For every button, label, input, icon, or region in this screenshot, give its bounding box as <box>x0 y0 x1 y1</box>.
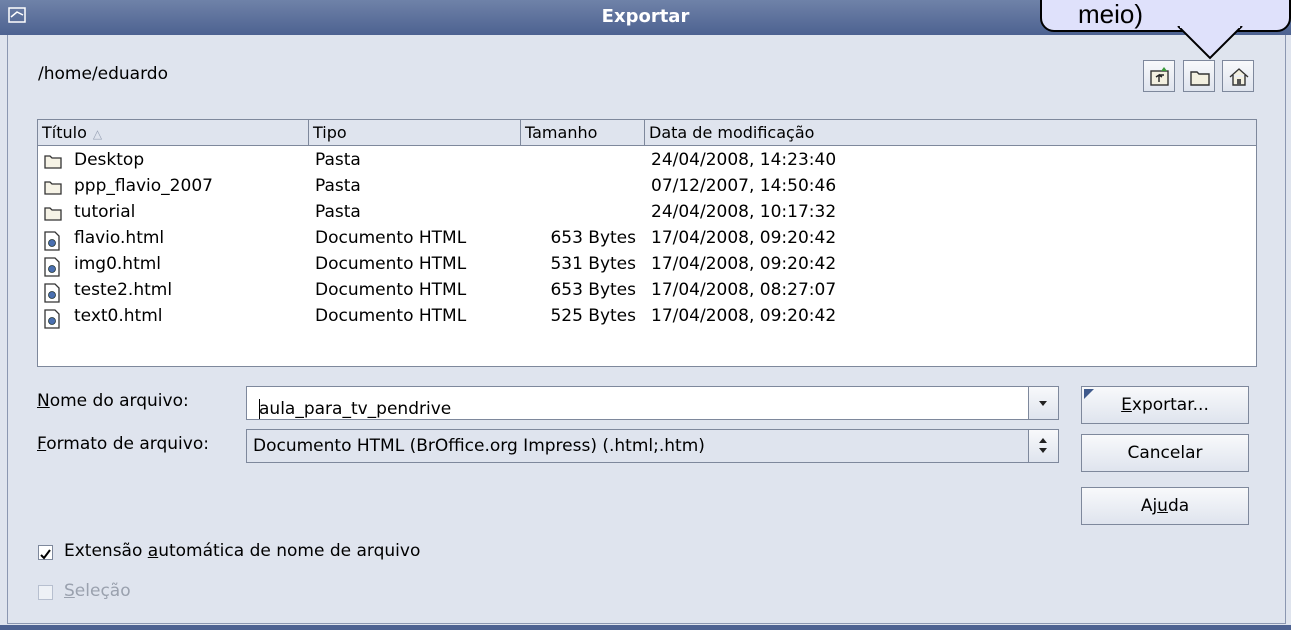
column-header-size[interactable]: Tamanho <box>521 120 645 146</box>
file-date: 24/04/2008, 10:17:32 <box>651 202 837 222</box>
file-size: 531 Bytes <box>550 254 636 274</box>
help-button[interactable]: Ajuda <box>1081 487 1249 525</box>
file-name: ppp_flavio_2007 <box>74 176 213 196</box>
new-folder-button[interactable] <box>1183 60 1215 92</box>
file-name: Desktop <box>74 150 145 170</box>
column-header-type[interactable]: Tipo <box>309 120 521 146</box>
column-header-label: Tamanho <box>525 123 598 142</box>
format-spin-button[interactable] <box>1028 430 1058 462</box>
annotation-callout: meio) <box>1040 0 1291 32</box>
new-folder-icon <box>1190 71 1210 86</box>
cancel-button[interactable]: Cancelar <box>1081 434 1249 472</box>
file-type: Pasta <box>315 150 361 170</box>
file-name: img0.html <box>74 254 162 274</box>
format-select[interactable]: Documento HTML (BrOffice.org Impress) (.… <box>246 429 1059 463</box>
chevron-down-icon <box>1039 401 1047 406</box>
format-value: Documento HTML (BrOffice.org Impress) (.… <box>253 436 705 456</box>
folder-icon <box>44 153 62 174</box>
export-dialog: Exportar /home/eduardo Título △ Tipo Tam… <box>0 0 1291 630</box>
folder-icon <box>44 179 62 200</box>
filename-input[interactable]: aula_para_tv_pendrive <box>246 386 1059 420</box>
sort-ascending-icon: △ <box>92 127 103 141</box>
file-name: text0.html <box>74 306 163 326</box>
file-date: 24/04/2008, 14:23:40 <box>651 150 837 170</box>
file-date: 17/04/2008, 08:27:07 <box>651 280 837 300</box>
column-header-label: Título <box>42 123 87 142</box>
file-size: 653 Bytes <box>550 280 636 300</box>
callout-text: meio) <box>1078 0 1144 29</box>
callout-pointer <box>1177 26 1243 60</box>
file-row[interactable]: ppp_flavio_2007 Pasta 07/12/2007, 14:50:46 <box>38 174 1256 200</box>
file-date: 17/04/2008, 09:20:42 <box>651 306 837 326</box>
file-row[interactable]: text0.html Documento HTML 525 Bytes 17/04/2… <box>38 304 1256 330</box>
home-icon <box>1229 68 1249 86</box>
checkmark-icon <box>40 549 51 560</box>
folder-icon <box>44 205 62 226</box>
home-button[interactable] <box>1222 60 1254 92</box>
file-row[interactable]: teste2.html Documento HTML 653 Bytes 17/04/… <box>38 278 1256 304</box>
auto-extension-checkbox[interactable] <box>38 545 53 560</box>
file-type: Pasta <box>315 202 361 222</box>
folder-up-button[interactable] <box>1143 60 1175 92</box>
file-type: Documento HTML <box>315 228 467 248</box>
column-header-label: Tipo <box>313 123 347 142</box>
format-label: Formato de arquivo: <box>37 434 209 454</box>
file-size: 653 Bytes <box>550 228 636 248</box>
file-type: Documento HTML <box>315 280 467 300</box>
column-header-date[interactable]: Data de modificação <box>645 120 1256 146</box>
default-button-marker <box>1084 389 1094 399</box>
file-list[interactable]: Título △ Tipo Tamanho Data de modificação… <box>37 119 1257 367</box>
selection-label: Seleção <box>64 581 131 601</box>
filename-history-dropdown[interactable] <box>1028 387 1058 419</box>
file-row[interactable]: Desktop Pasta 24/04/2008, 14:23:40 <box>38 148 1256 174</box>
file-row[interactable]: img0.html Documento HTML 531 Bytes 17/04/20… <box>38 252 1256 278</box>
window-bottom-border <box>0 625 1291 630</box>
current-path: /home/eduardo <box>38 64 168 84</box>
file-date: 17/04/2008, 09:20:42 <box>651 228 837 248</box>
file-name: teste2.html <box>74 280 173 300</box>
file-type: Pasta <box>315 176 361 196</box>
export-button[interactable]: Exportar... <box>1081 386 1249 424</box>
selection-checkbox[interactable] <box>38 585 53 600</box>
file-type: Documento HTML <box>315 254 467 274</box>
file-name: tutorial <box>74 202 136 222</box>
file-name: flavio.html <box>74 228 165 248</box>
file-size: 525 Bytes <box>550 306 636 326</box>
up-down-arrows-icon <box>1039 438 1047 453</box>
column-header-title[interactable]: Título △ <box>38 120 309 146</box>
column-header-label: Data de modificação <box>649 123 815 142</box>
html-file-icon <box>44 309 60 334</box>
auto-extension-label[interactable]: Extensão automática de nome de arquivo <box>64 541 420 561</box>
file-row[interactable]: flavio.html Documento HTML 653 Bytes 17/04/… <box>38 226 1256 252</box>
file-row[interactable]: tutorial Pasta 24/04/2008, 10:17:32 <box>38 200 1256 226</box>
folder-up-icon <box>1150 67 1169 86</box>
file-type: Documento HTML <box>315 306 467 326</box>
filename-label: Nome do arquivo: <box>37 391 189 411</box>
file-date: 07/12/2007, 14:50:46 <box>651 176 837 196</box>
file-date: 17/04/2008, 09:20:42 <box>651 254 837 274</box>
text-caret <box>259 399 260 419</box>
filename-value: aula_para_tv_pendrive <box>259 399 452 419</box>
